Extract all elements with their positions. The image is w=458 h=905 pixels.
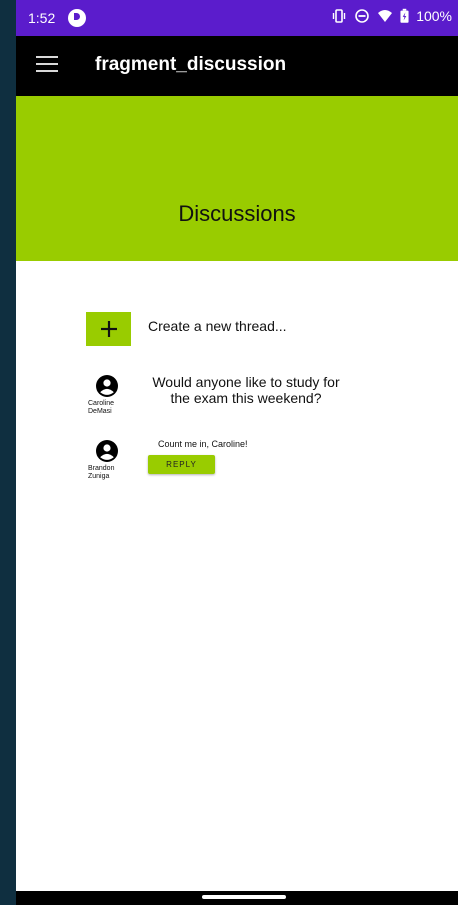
do-not-disturb-icon <box>355 9 369 23</box>
hamburger-menu-icon[interactable] <box>36 56 58 74</box>
app-notification-icon <box>68 9 86 27</box>
status-icons: 100% <box>331 8 452 24</box>
plus-icon <box>100 321 117 337</box>
account-circle-icon <box>96 440 118 462</box>
phone-screen: 1:52 100% fragment_discussion Discussion… <box>16 0 458 905</box>
status-time: 1:52 <box>28 10 56 26</box>
reply-author: Brandon Zuniga <box>88 465 115 480</box>
app-title: fragment_discussion <box>95 54 287 75</box>
reply-button[interactable]: REPLY <box>148 455 215 474</box>
create-thread-label[interactable]: Create a new thread... <box>148 318 287 334</box>
wifi-icon <box>378 10 393 22</box>
reply-message: Count me in, Caroline! <box>158 439 248 449</box>
add-thread-button[interactable] <box>86 312 131 346</box>
account-circle-icon <box>96 375 118 397</box>
battery-icon <box>400 8 409 23</box>
navigation-bar <box>16 891 458 905</box>
header-banner: Discussions <box>16 96 458 261</box>
thread-message: Would anyone like to study for the exam … <box>152 374 340 406</box>
thread-author: Caroline DeMasi <box>88 400 115 415</box>
app-bar: fragment_discussion <box>16 36 458 96</box>
vibrate-icon <box>332 9 346 23</box>
status-bar: 1:52 100% <box>16 0 458 36</box>
page-title: Discussions <box>178 201 296 226</box>
battery-percent: 100% <box>416 8 452 24</box>
home-indicator[interactable] <box>202 895 286 899</box>
